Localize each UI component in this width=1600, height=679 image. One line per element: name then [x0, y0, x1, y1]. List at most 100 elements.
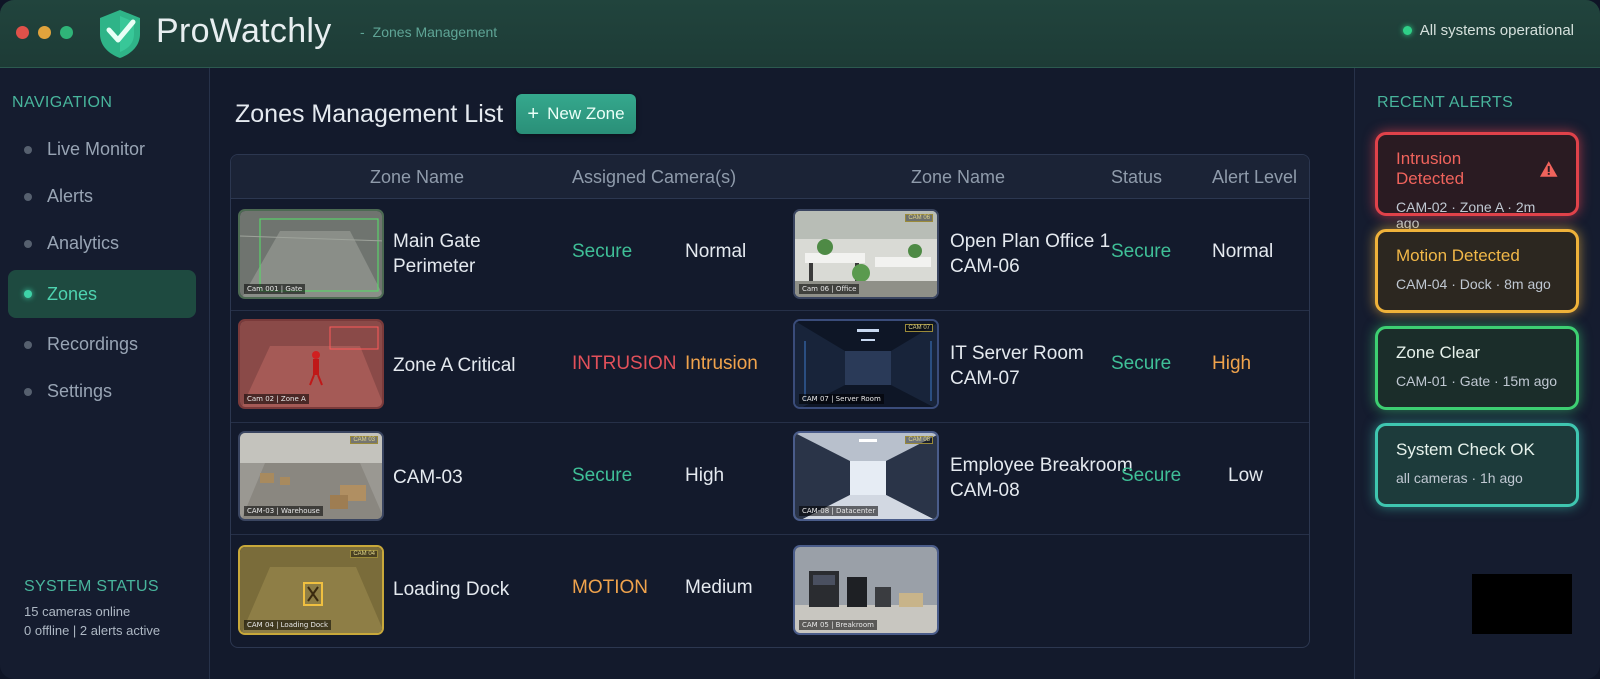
camera-tag: CAM 08	[905, 436, 933, 444]
sidebar-item-recordings[interactable]: Recordings	[8, 321, 196, 368]
system-status-heading: SYSTEM STATUS	[24, 578, 159, 595]
sidebar-item-label: Settings	[47, 381, 113, 401]
shield-check-logo-icon	[100, 10, 140, 58]
sidebar-item-alerts[interactable]: Alerts	[8, 173, 196, 220]
title-bar: ProWatchly - Zones Management All systems…	[0, 0, 1600, 68]
camera-thumbnail[interactable]: CAM 07 CAM 07 | Server Room	[793, 319, 939, 409]
bullet-icon	[24, 387, 32, 396]
camera-tag: CAM 03	[350, 436, 378, 444]
column-header-zone-name-2[interactable]: Zone Name	[911, 167, 1005, 188]
main-content: Zones Management List + New Zone Zone Na…	[211, 68, 1354, 679]
plus-icon: +	[527, 103, 540, 125]
zone-name-line: Employee Breakroom	[950, 455, 1133, 476]
bullet-icon	[24, 239, 32, 248]
thumbnail-caption: CAM-03 | Warehouse	[244, 506, 323, 516]
status-led-icon	[1402, 26, 1412, 35]
warning-icon	[1539, 161, 1558, 177]
thumbnail-caption: Cam 06 | Office	[799, 284, 860, 294]
zone-name: Loading Dock	[393, 579, 510, 600]
breadcrumb-current[interactable]: Zones Management	[373, 24, 498, 40]
thumbnail-caption: CAM-08 | Datacenter	[799, 506, 879, 516]
zone-status: INTRUSION	[572, 353, 677, 374]
camera-tag: CAM 06	[905, 214, 933, 222]
alert-level: Medium	[685, 577, 753, 598]
zone-name: IT Server Room CAM-07	[950, 341, 1084, 391]
alert-subtitle: CAM-01 · Gate · 15m ago	[1396, 373, 1558, 389]
zone-name: Open Plan Office 1 CAM-06	[950, 229, 1110, 279]
alert-level: Normal	[1212, 241, 1274, 262]
minimize-window-button[interactable]	[38, 26, 51, 39]
camera-thumbnail[interactable]: CAM 04 CAM 04 | Loading Dock	[238, 545, 384, 635]
camera-thumbnail[interactable]: CAM 08 CAM-08 | Datacenter	[793, 431, 939, 521]
zone-status: Secure	[572, 465, 633, 486]
sidebar-item-label: Recordings	[47, 334, 139, 354]
sidebar-item-settings[interactable]: Settings	[8, 368, 196, 415]
alert-level: Intrusion	[685, 353, 758, 374]
alert-title: Motion Detected	[1396, 246, 1520, 265]
camera-thumbnail[interactable]: Cam 001 | Gate	[238, 209, 384, 299]
app-name: ProWatchly	[156, 12, 332, 50]
alert-subtitle: CAM-02 · Zone A · 2m ago	[1396, 199, 1536, 231]
system-status-indicator: All systems operational	[1402, 22, 1574, 39]
zone-name: Employee Breakroom CAM-08	[950, 453, 1133, 503]
table-row[interactable]: CAM 03 CAM-03 | Warehouse CAM-03 Secure …	[231, 423, 1309, 535]
recent-alerts-panel: RECENT ALERTS Intrusion Detected CAM-02 …	[1354, 68, 1600, 679]
alert-card-system-check[interactable]: System Check OK all cameras · 1h ago	[1375, 423, 1579, 507]
camera-tag: CAM 04	[350, 550, 378, 558]
column-header-status[interactable]: Status	[1111, 167, 1162, 188]
app-window: ProWatchly - Zones Management All systems…	[0, 0, 1600, 679]
table-row[interactable]: Cam 001 | Gate Main Gate Perimeter Secur…	[231, 199, 1309, 311]
zone-status: Secure	[1111, 353, 1172, 374]
alert-card-motion[interactable]: Motion Detected CAM-04 · Dock · 8m ago	[1375, 229, 1579, 313]
zone-status: Secure	[1111, 241, 1172, 262]
sidebar-item-live-monitor[interactable]: Live Monitor	[8, 126, 196, 173]
sidebar-item-label: Live Monitor	[47, 139, 146, 159]
system-status-panel: SYSTEM STATUS 15 cameras online 0 offlin…	[24, 578, 160, 640]
zones-table: Zone Name Assigned Camera(s) Zone Name S…	[230, 154, 1310, 648]
sidebar-item-label: Analytics	[47, 233, 120, 253]
alert-level: High	[1212, 353, 1252, 374]
column-header-alert-level[interactable]: Alert Level	[1212, 167, 1297, 188]
offline-alerts-text: 0 offline | 2 alerts active	[24, 623, 161, 638]
camera-thumbnail[interactable]: CAM 03 CAM-03 | Warehouse	[238, 431, 384, 521]
alert-subtitle: all cameras · 1h ago	[1396, 470, 1523, 486]
cameras-online-text: 15 cameras online	[24, 604, 131, 619]
bullet-icon	[24, 145, 32, 154]
recent-alerts-heading: RECENT ALERTS	[1377, 94, 1514, 111]
nav-list: Live Monitor Alerts Analytics Zones Reco…	[8, 126, 196, 415]
sidebar-item-label: Alerts	[47, 186, 94, 206]
alert-card-zone-clear[interactable]: Zone Clear CAM-01 · Gate · 15m ago	[1375, 326, 1579, 410]
zone-name: Zone A Critical	[393, 355, 516, 376]
column-header-zone-name[interactable]: Zone Name	[370, 167, 464, 188]
zone-camera-id: CAM-08	[950, 480, 1020, 501]
sidebar-item-analytics[interactable]: Analytics	[8, 220, 196, 267]
bullet-icon	[24, 192, 32, 201]
camera-tag: CAM 07	[905, 324, 933, 332]
thumbnail-caption: CAM 07 | Server Room	[799, 394, 884, 404]
table-row[interactable]: Cam 02 | Zone A Zone A Critical INTRUSIO…	[231, 311, 1309, 423]
thumbnail-caption: Cam 001 | Gate	[244, 284, 306, 294]
camera-thumbnail[interactable]: CAM 06 Cam 06 | Office	[793, 209, 939, 299]
new-zone-button[interactable]: + New Zone	[516, 94, 636, 134]
bullet-icon	[24, 290, 32, 298]
alert-level: High	[685, 465, 725, 486]
alert-title: Zone Clear	[1396, 343, 1481, 362]
thumbnail-caption: CAM 05 | Breakroom	[799, 620, 877, 630]
close-window-button[interactable]	[16, 26, 29, 39]
maximize-window-button[interactable]	[60, 26, 73, 39]
zone-camera-id: CAM-06	[950, 256, 1020, 277]
sidebar-item-zones[interactable]: Zones	[8, 270, 196, 318]
navigation-heading: NAVIGATION	[12, 94, 113, 111]
alert-card-intrusion[interactable]: Intrusion Detected CAM-02 · Zone A · 2m …	[1375, 132, 1579, 231]
new-zone-label: New Zone	[547, 104, 625, 123]
bullet-icon	[24, 340, 32, 349]
thumbnail-caption: CAM 04 | Loading Dock	[244, 620, 332, 630]
zone-name: CAM-03	[393, 467, 463, 488]
camera-thumbnail[interactable]: CAM 05 | Breakroom	[793, 545, 939, 635]
alert-subtitle: CAM-04 · Dock · 8m ago	[1396, 276, 1551, 292]
column-header-assigned-cameras[interactable]: Assigned Camera(s)	[572, 167, 736, 188]
window-controls	[16, 26, 73, 39]
table-row[interactable]: CAM 04 CAM 04 | Loading Dock Loading Doc…	[231, 535, 1309, 647]
alert-title: Intrusion Detected	[1396, 149, 1465, 188]
camera-thumbnail[interactable]: Cam 02 | Zone A	[238, 319, 384, 409]
